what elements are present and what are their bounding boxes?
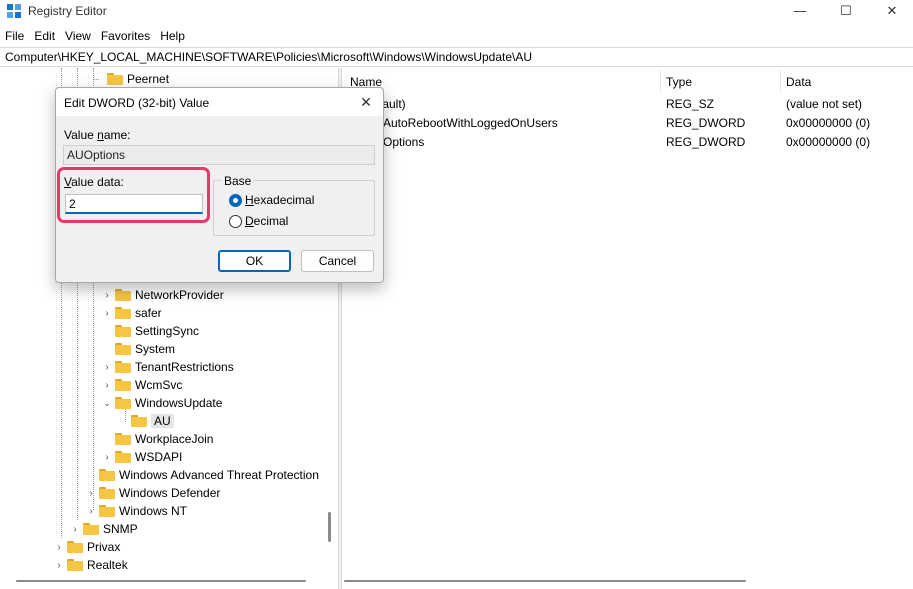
menu-file[interactable]: File [0,27,29,45]
window-title: Registry Editor [28,4,107,18]
folder-icon [115,361,131,373]
tree-item-peernet[interactable]: ›Peernet [93,70,169,88]
tree-item-tenantrestrictions[interactable]: › TenantRestrictions [101,358,233,376]
base-label: Base [222,174,254,188]
folder-open-icon [131,415,147,427]
decimal-radio[interactable] [229,215,242,228]
dialog-title: Edit DWORD (32-bit) Value [64,96,210,110]
tree-item-safer[interactable]: › safer [101,304,161,322]
chevron-right-icon[interactable]: › [101,376,113,394]
list-row[interactable]: Options REG_DWORD 0x00000000 (0) [343,132,913,151]
chevron-right-icon[interactable]: › [101,358,113,376]
tree-horizontal-scrollbar[interactable] [16,580,306,582]
list-header: Name Type Data [343,68,913,94]
folder-icon [99,487,115,499]
folder-icon [115,289,131,301]
chevron-right-icon[interactable]: › [85,484,97,502]
value-name: Options [383,135,425,149]
close-button[interactable]: ✕ [869,0,913,24]
folder-icon [115,433,131,445]
folder-icon [99,469,115,481]
value-data: 0x00000000 (0) [786,116,871,130]
list-row[interactable]: AutoRebootWithLoggedOnUsers REG_DWORD 0x… [343,113,913,132]
address-bar[interactable]: Computer\HKEY_LOCAL_MACHINE\SOFTWARE\Pol… [0,47,913,67]
hexadecimal-label[interactable]: Hexadecimal [245,193,314,207]
value-data: 0x00000000 (0) [786,135,871,149]
chevron-right-icon[interactable]: › [101,304,113,322]
tree-item-networkprovider[interactable]: › NetworkProvider [101,286,223,304]
tree-item-privax[interactable]: › Privax [53,538,120,556]
value-name: AutoRebootWithLoggedOnUsers [383,116,558,130]
menu-edit[interactable]: Edit [29,27,60,45]
list-horizontal-scrollbar[interactable] [344,580,746,582]
chevron-right-icon[interactable]: › [101,448,113,466]
tree-item-realtek[interactable]: › Realtek [53,556,127,574]
column-data[interactable]: Data [786,75,811,89]
tree-item-windows-advanced-threat-protection[interactable]: ›Windows Advanced Threat Protection [85,466,319,484]
values-list[interactable]: Name Type Data fault) REG_SZ (value not … [343,68,913,576]
maximize-button[interactable]: ☐ [823,0,869,24]
value-data-input[interactable] [65,194,203,214]
title-bar: Registry Editor — ☐ ✕ [0,0,913,24]
tree-item-windowsupdate[interactable]: ⌄ WindowsUpdate [101,394,222,412]
value-name-label: Value name: [64,128,131,142]
value-type: REG_DWORD [666,135,746,149]
tree-item-windows-defender[interactable]: › Windows Defender [85,484,220,502]
column-separator[interactable] [780,70,781,92]
menu-favorites[interactable]: Favorites [96,27,155,45]
ok-button[interactable]: OK [218,250,291,272]
folder-icon [83,523,99,535]
chevron-down-icon[interactable]: ⌄ [101,394,113,412]
folder-icon [115,343,131,355]
chevron-right-icon[interactable]: › [85,502,97,520]
chevron-right-icon[interactable]: › [101,286,113,304]
dialog-title-bar: Edit DWORD (32-bit) Value ✕ [56,88,383,116]
tree-vertical-scrollbar[interactable] [328,512,331,542]
tree-item-settingsync[interactable]: ›SettingSync [101,322,199,340]
hexadecimal-radio[interactable] [229,194,242,207]
tree-item-au[interactable]: ›AU [117,412,174,430]
folder-icon [115,451,131,463]
dialog-close-button[interactable]: ✕ [355,92,377,112]
edit-dword-dialog: Edit DWORD (32-bit) Value ✕ Value name: … [55,87,384,283]
value-type: REG_SZ [666,97,715,111]
decimal-label[interactable]: Decimal [245,214,288,228]
tree-item-system[interactable]: ›System [101,340,175,358]
tree-item-windows-nt[interactable]: › Windows NT [85,502,187,520]
folder-icon [115,397,131,409]
folder-icon [107,73,123,85]
tree-item-workplacejoin[interactable]: ›WorkplaceJoin [101,430,213,448]
value-data-label: Value data: [64,175,124,189]
folder-icon [115,325,131,337]
column-type[interactable]: Type [666,75,692,89]
chevron-right-icon[interactable]: › [53,556,65,574]
value-data: (value not set) [786,97,863,111]
value-name-field[interactable]: AUOptions [63,145,375,165]
folder-icon [115,307,131,319]
menu-view[interactable]: View [60,27,96,45]
cancel-button[interactable]: Cancel [301,250,374,272]
list-row[interactable]: fault) REG_SZ (value not set) [343,94,913,113]
folder-icon [67,541,83,553]
column-separator[interactable] [660,70,661,92]
menu-bar: File Edit View Favorites Help [0,27,190,45]
tree-item-snmp[interactable]: › SNMP [69,520,137,538]
tree-item-wcmsvc[interactable]: › WcmSvc [101,376,182,394]
folder-icon [99,505,115,517]
minimize-button[interactable]: — [777,0,823,24]
registry-editor-icon [7,4,21,18]
value-type: REG_DWORD [666,116,746,130]
folder-icon [67,559,83,571]
chevron-right-icon[interactable]: › [69,520,81,538]
chevron-right-icon[interactable]: › [53,538,65,556]
tree-item-wsdapi[interactable]: › WSDAPI [101,448,182,466]
folder-icon [115,379,131,391]
menu-help[interactable]: Help [155,27,190,45]
